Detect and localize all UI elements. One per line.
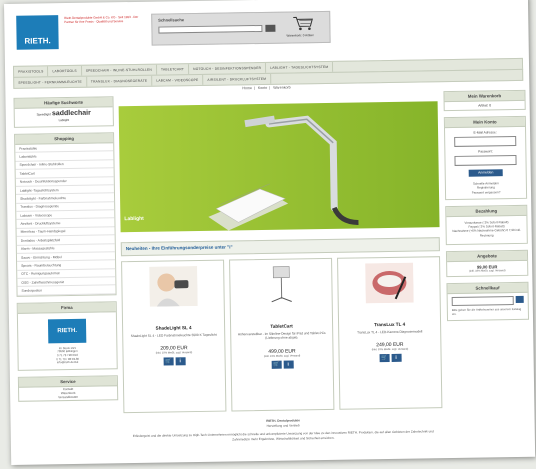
search-input[interactable] — [158, 24, 263, 34]
hero-banner[interactable]: Lablight — [118, 101, 440, 233]
nav-item[interactable]: TRANSLUX - DIAGNOSEGERÄTE — [86, 75, 153, 87]
search-label: Schnellsuche — [158, 17, 185, 23]
quick-buy-title: Schnellkauf — [447, 282, 528, 295]
quick-search-panel: Schnellsuche Warenkorb: 0 Artikel — [151, 10, 331, 46]
breadcrumb-account[interactable]: Konto — [258, 86, 267, 90]
info-icon[interactable]: i — [391, 354, 402, 363]
product-description: ShadeLight SL 4 - LED Farbnahmeleuchte 5… — [130, 332, 217, 339]
rieth-logo[interactable]: RIETH. — [16, 15, 59, 50]
nav-item[interactable]: AIRSILENT - DRUCKLUFTSYSTEM — [203, 73, 272, 85]
account-title: Mein Konto — [444, 116, 525, 129]
cart-box: Mein Warenkorb Artikel: 0 — [443, 89, 526, 112]
cart-add-icon[interactable]: 🛒 — [163, 357, 174, 366]
product-card[interactable]: TabletCart Höhenverstellbar - im Slimlin… — [229, 257, 335, 412]
product-tax-note: (inkl. 19% MwSt. zzgl. Versand) — [155, 351, 193, 356]
product-tax-note: (inkl. 19% MwSt. zzgl. Versand) — [263, 354, 301, 358]
left-sidebar: Häufige Suchworte Speedlight saddlechair… — [13, 96, 119, 407]
search-word[interactable]: saddlechair — [52, 110, 91, 118]
brand-tagline: Rieth Dentalprodukte GmbH & Co. KG · Sei… — [64, 14, 139, 25]
product-description: Höhenverstellbar - im Slimline-Design fü… — [237, 330, 326, 341]
company-intro: RIETH. Dentalprodukte Herstellung und Ve… — [124, 416, 443, 443]
cart-add-icon[interactable]: 🛒 — [379, 354, 390, 363]
email-field[interactable] — [454, 135, 517, 147]
product-card[interactable]: ShadeLight SL 4 ShadeLight SL 4 - LED Fa… — [121, 259, 227, 414]
intro-text: Erfindergeist und die direkte Umsetzung … — [132, 429, 434, 442]
payment-lines: Vorauskasse (-3% Sofort-Rabatt) Paypal (-… — [446, 216, 526, 244]
quick-buy-input[interactable] — [451, 296, 514, 307]
account-links: Schnelle Anmelden Registrierung Passwort v… — [446, 181, 526, 195]
translux-product-image — [364, 262, 414, 304]
main-content: Lablight Neuheiten - Ihre Einführungsond… — [118, 101, 443, 443]
product-name[interactable]: ShadeLight SL 4 — [123, 325, 224, 332]
quick-buy-button[interactable] — [515, 295, 524, 304]
cart-add-icon[interactable]: 🛒 — [271, 360, 282, 369]
logo-text: RIETH. — [24, 36, 51, 46]
nav-item[interactable]: SPEEDLIGHT - FERNKAMMLEUCHTE — [14, 76, 87, 88]
offers-box: Angebote 99,00 EUR (inkl. 19% MwSt. zzgl… — [445, 249, 529, 278]
search-words-box: Häufige Suchworte Speedlight saddlechair… — [13, 96, 114, 128]
tabletcart-product-image — [256, 264, 306, 306]
product-card[interactable]: TransLux TL 4 TransLux TL 4 - LED-Kamera… — [337, 256, 443, 410]
service-box: Service Kontakt Warenkorb Versandkosten — [17, 374, 119, 402]
search-word[interactable]: Speedlight — [37, 112, 51, 116]
shopping-cart-icon[interactable] — [292, 15, 314, 31]
shop-page: RIETH. Rieth Dentalprodukte GmbH & Co. K… — [4, 0, 536, 465]
nav-item[interactable]: PRAXISTOOLS — [13, 66, 49, 77]
login-button[interactable]: Anmelden — [468, 169, 503, 177]
info-icon[interactable]: i — [175, 357, 186, 366]
shopping-category-item[interactable]: Sonderposten — [17, 285, 116, 296]
breadcrumb-cart[interactable]: Warenkorb — [273, 86, 291, 90]
breadcrumb-home[interactable]: Home — [242, 86, 252, 90]
product-tax-note: (inkl. 19% MwSt. zzgl. Versand) — [371, 348, 409, 352]
account-link[interactable]: Passwort vergessen? — [446, 189, 526, 195]
new-products-heading: Neuheiten - Ihre Einführungsonderpreise … — [120, 237, 440, 257]
nav-item[interactable]: TABLETCART — [156, 64, 190, 75]
search-word[interactable]: Lablight — [59, 118, 70, 122]
nav-item[interactable]: LABCAM - VIDEOSCOPE — [152, 74, 204, 86]
password-label: Passwort: — [478, 149, 493, 154]
payment-box: Bezahlung Vorauskasse (-3% Sofort-Rabatt… — [445, 204, 528, 246]
service-links: Kontakt Warenkorb Versandkosten — [19, 386, 117, 400]
hero-caption: Lablight — [124, 215, 144, 223]
quick-buy-box: Schnellkauf Bitte geben Sie die Artikeln… — [446, 281, 530, 322]
company-logo: RIETH. — [47, 318, 87, 344]
email-label: E-Mail Adresse: — [473, 130, 497, 135]
search-go-button[interactable] — [265, 24, 276, 32]
shopping-box: Shopping Praxisstühle Laborstühle Speedcha… — [14, 132, 117, 297]
account-box: Mein Konto E-Mail Adresse: Passwort: Anm… — [443, 115, 528, 200]
nav-item[interactable]: LABORTOOLS — [48, 65, 82, 77]
company-address: Im Stock 10/1 73560 Böbingen 0 71 73 / 98 … — [18, 342, 116, 370]
product-description: TransLux TL 4 - LED-Kamera Diagnosemodel… — [357, 329, 423, 335]
info-icon[interactable]: i — [283, 360, 294, 369]
product-name[interactable]: TabletCart — [231, 323, 332, 330]
service-link[interactable]: Versandkosten — [19, 395, 117, 401]
offers-tax: (inkl. 19% MwSt. zzgl. Versand) — [468, 269, 506, 273]
lablight-lamp-image — [208, 115, 359, 231]
shadelight-product-image — [148, 266, 198, 307]
right-sidebar: Mein Warenkorb Artikel: 0 Mein Konto E-M… — [443, 89, 530, 328]
company-title: Firma — [17, 302, 116, 314]
quick-buy-hint: Bitte geben Sie die Artikelnummer aus un… — [451, 306, 522, 316]
product-grid: ShadeLight SL 4 ShadeLight SL 4 - LED Fa… — [121, 256, 443, 414]
cart-count[interactable]: Artikel: 0 — [445, 101, 525, 110]
company-address-line[interactable]: info@rieth.dental — [19, 360, 117, 365]
shopping-category-list: Praxisstühle Laborstühle Speedchair - Inli… — [15, 143, 116, 296]
breadcrumb: Home | Konto | Warenkorb — [242, 85, 291, 91]
intro-subtitle: Herstellung und Vertrieb — [266, 423, 300, 428]
product-name[interactable]: TransLux TL 4 — [339, 321, 440, 328]
password-field[interactable] — [454, 154, 517, 166]
cart-status[interactable]: Warenkorb: 0 Artikel — [286, 33, 313, 37]
company-box: Firma RIETH. Im Stock 10/1 73560 Böbingen… — [16, 301, 118, 371]
